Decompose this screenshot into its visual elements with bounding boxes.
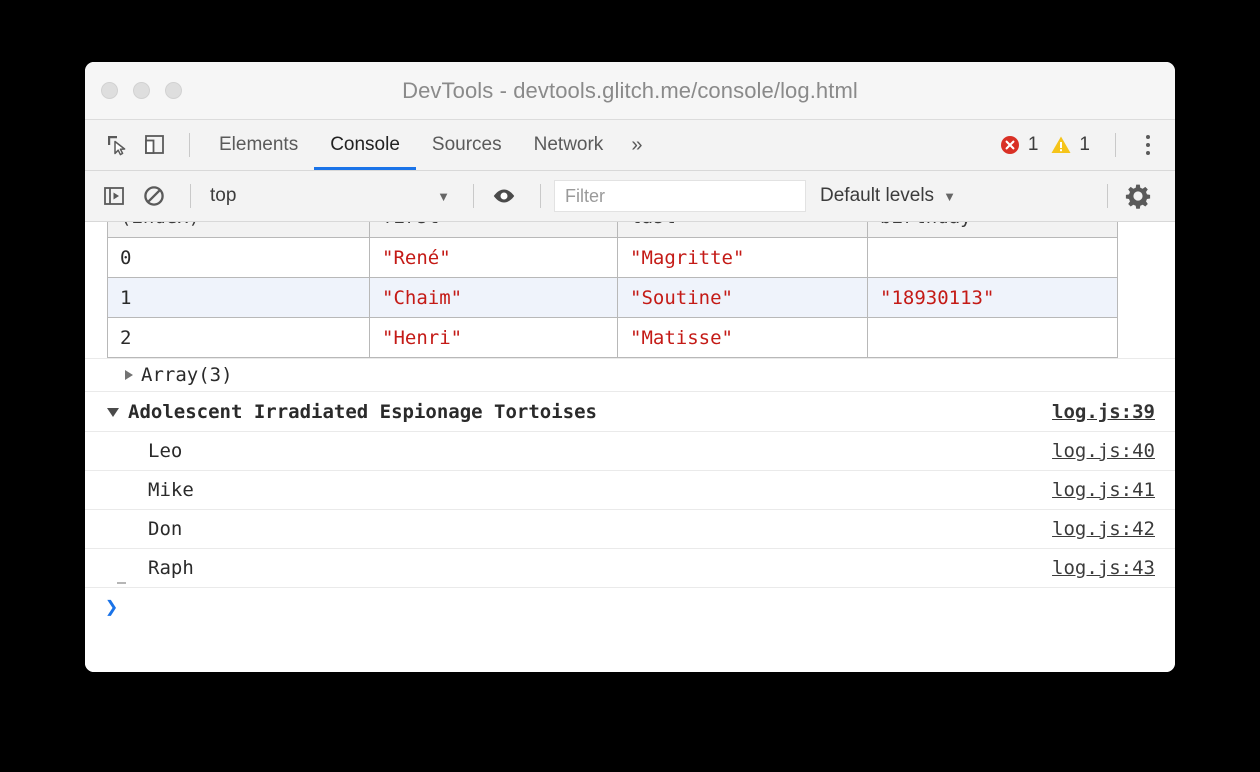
window-title: DevTools - devtools.glitch.me/console/lo…	[85, 78, 1175, 104]
devtools-main-tabbar: Elements Console Sources Network »	[85, 120, 1175, 171]
prompt-chevron-icon: ❯	[105, 595, 118, 620]
source-link[interactable]: log.js:43	[1052, 557, 1155, 579]
tab-elements[interactable]: Elements	[203, 120, 314, 170]
log-level-label: Default levels	[820, 185, 934, 207]
table-row[interactable]: 1 "Chaim" "Soutine" "18930113"	[108, 278, 1118, 318]
tabbar-right-divider	[1115, 133, 1116, 157]
error-count-label: 1	[1028, 134, 1039, 156]
tab-sources-label: Sources	[432, 134, 502, 156]
gear-icon[interactable]	[1121, 179, 1155, 213]
cell-first: "Chaim"	[370, 278, 618, 318]
console-toolbar: top ▼ Filter Default levels ▼	[85, 171, 1175, 222]
kebab-dot	[1146, 135, 1150, 139]
tabbar-divider	[189, 133, 190, 157]
devtools-menu-button[interactable]	[1133, 128, 1163, 162]
console-table-message: (index) first last birthday 0 "René" "Ma…	[85, 222, 1175, 359]
console-message-row[interactable]: Raph log.js:43	[85, 549, 1175, 588]
console-sidebar-toggle-icon[interactable]	[97, 179, 131, 213]
tabbar-right-controls: 1 1	[999, 128, 1175, 162]
execution-context-label: top	[210, 185, 236, 207]
window-traffic-lights	[101, 82, 182, 99]
close-window-button[interactable]	[101, 82, 118, 99]
console-message-text: Mike	[107, 479, 194, 501]
console-group-children: Leo log.js:40 Mike log.js:41 Don log.js:…	[85, 432, 1175, 588]
source-link[interactable]: log.js:42	[1052, 518, 1155, 540]
source-link[interactable]: log.js:41	[1052, 479, 1155, 501]
collapse-triangle-icon[interactable]	[107, 408, 119, 417]
console-message-row[interactable]: Mike log.js:41	[85, 471, 1175, 510]
cell-first: "Henri"	[370, 318, 618, 358]
kebab-dot	[1146, 151, 1150, 155]
console-group-header[interactable]: Adolescent Irradiated Espionage Tortoise…	[85, 392, 1175, 432]
console-filter-input[interactable]: Filter	[554, 180, 806, 212]
device-toolbar-icon[interactable]	[138, 128, 172, 162]
cell-last: "Soutine"	[618, 278, 868, 318]
console-table: (index) first last birthday 0 "René" "Ma…	[107, 222, 1118, 358]
table-header-first[interactable]: first	[370, 222, 618, 238]
warning-count-label: 1	[1079, 134, 1090, 156]
minimize-window-button[interactable]	[133, 82, 150, 99]
tab-network-label: Network	[534, 134, 604, 156]
cell-index: 1	[108, 278, 370, 318]
execution-context-selector[interactable]: top ▼	[204, 185, 460, 207]
cell-birthday	[868, 238, 1118, 278]
tab-network[interactable]: Network	[518, 120, 620, 170]
console-prompt[interactable]: ❯	[85, 588, 1175, 626]
log-level-selector[interactable]: Default levels ▼	[820, 185, 956, 207]
tab-console-label: Console	[330, 134, 400, 156]
error-count-badge[interactable]: 1	[999, 134, 1039, 156]
source-link[interactable]: log.js:40	[1052, 440, 1155, 462]
window-titlebar: DevTools - devtools.glitch.me/console/lo…	[85, 62, 1175, 120]
kebab-dot	[1146, 143, 1150, 147]
table-row[interactable]: 0 "René" "Magritte"	[108, 238, 1118, 278]
cell-index: 2	[108, 318, 370, 358]
table-row[interactable]: 2 "Henri" "Matisse"	[108, 318, 1118, 358]
console-toolbar-divider-2	[473, 184, 474, 208]
console-message-text: Don	[107, 518, 182, 540]
array-summary-row[interactable]: Array(3)	[85, 359, 1175, 392]
cell-birthday: "18930113"	[868, 278, 1118, 318]
console-message-row[interactable]: Leo log.js:40	[85, 432, 1175, 471]
clear-console-icon[interactable]	[137, 179, 171, 213]
cell-last: "Matisse"	[618, 318, 868, 358]
tab-elements-label: Elements	[219, 134, 298, 156]
console-message-text: Leo	[107, 440, 182, 462]
console-toolbar-divider-4	[1107, 184, 1108, 208]
more-tabs-button[interactable]: »	[619, 120, 654, 170]
chevron-down-icon: ▼	[943, 189, 956, 204]
chevron-down-icon: ▼	[437, 189, 450, 204]
console-settings-wrapper	[1094, 179, 1175, 213]
table-header-last[interactable]: last	[618, 222, 868, 238]
error-icon	[999, 134, 1021, 156]
devtools-tabs: Elements Console Sources Network »	[203, 120, 654, 170]
console-toolbar-divider-1	[190, 184, 191, 208]
console-filter-placeholder: Filter	[565, 186, 605, 207]
console-message-row[interactable]: Don log.js:42	[85, 510, 1175, 549]
table-header-row: (index) first last birthday	[108, 222, 1118, 238]
table-header-birthday[interactable]: birthday	[868, 222, 1118, 238]
live-expression-eye-icon[interactable]	[487, 179, 521, 213]
zoom-window-button[interactable]	[165, 82, 182, 99]
warning-icon	[1050, 134, 1072, 156]
console-group-title: Adolescent Irradiated Espionage Tortoise…	[128, 401, 597, 423]
inspect-element-icon[interactable]	[100, 128, 134, 162]
tab-sources[interactable]: Sources	[416, 120, 518, 170]
console-message-text: Raph	[107, 557, 194, 579]
console-toolbar-divider-3	[540, 184, 541, 208]
tab-console[interactable]: Console	[314, 120, 416, 170]
cell-first: "René"	[370, 238, 618, 278]
expand-triangle-icon[interactable]	[125, 370, 133, 380]
cell-last: "Magritte"	[618, 238, 868, 278]
table-header-index[interactable]: (index)	[108, 222, 370, 238]
console-message-list[interactable]: (index) first last birthday 0 "René" "Ma…	[85, 222, 1175, 672]
devtools-window: DevTools - devtools.glitch.me/console/lo…	[85, 62, 1175, 672]
cell-index: 0	[108, 238, 370, 278]
array-summary-label: Array(3)	[141, 364, 233, 386]
warning-count-badge[interactable]: 1	[1050, 134, 1090, 156]
cell-birthday	[868, 318, 1118, 358]
source-link[interactable]: log.js:39	[1052, 401, 1155, 423]
